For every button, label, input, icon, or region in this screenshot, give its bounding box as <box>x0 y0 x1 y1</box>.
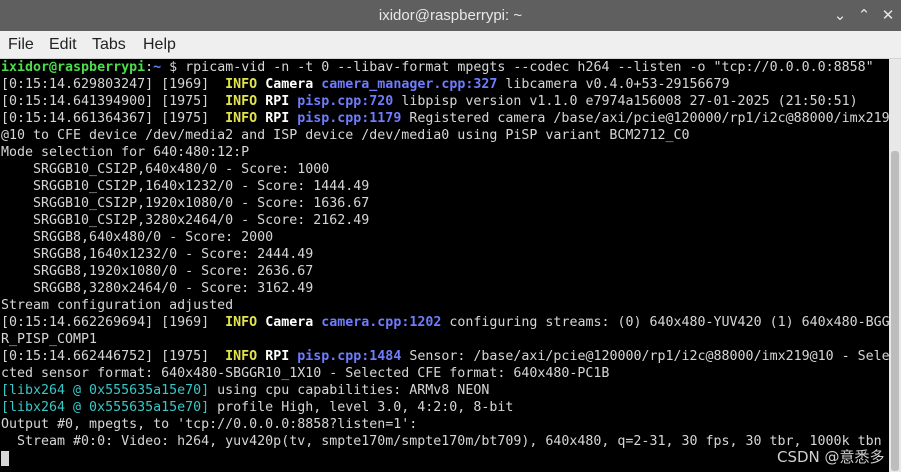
log-line: [0:15:14.661364367] [1975] INFO RPI pisp… <box>1 110 890 127</box>
output-line: SRGGB8,3280x2464/0 - Score: 3162.49 <box>1 281 314 296</box>
log-line: [0:15:14.629803247] [1969] INFO Camera c… <box>1 76 730 93</box>
output-line: R_PISP_COMP1 <box>1 332 98 347</box>
prompt-path: ~ <box>153 60 162 75</box>
log-source: pisp.cpp:1179 <box>297 111 402 126</box>
output-line: SRGGB8,1920x1080/0 - Score: 2636.67 <box>1 264 314 279</box>
log-category: RPI <box>265 349 290 364</box>
scrollbar-thumb[interactable] <box>891 151 899 471</box>
prompt-separator: : <box>145 60 154 75</box>
log-category: Camera <box>265 77 314 92</box>
command-text: rpicam-vid -n -t 0 --libav-format mpegts… <box>185 60 874 75</box>
menu-bar: File Edit Tabs Help <box>0 31 901 59</box>
output-line: Stream #0:0: Video: h264, yuv420p(tv, sm… <box>1 434 882 449</box>
log-line: [0:15:14.662446752] [1975] INFO RPI pisp… <box>1 348 890 365</box>
watermark: CSDN @意悉多 <box>777 448 885 466</box>
prompt-line: ixidor@raspberrypi:~ $ rpicam-vid -n -t … <box>1 59 874 76</box>
output-line: cted sensor format: 640x480-SBGGR10_1X10… <box>1 366 610 381</box>
log-timestamp: [0:15:14.662446752] [1975] <box>1 349 226 364</box>
maximize-button[interactable]: ⌃ <box>852 0 876 31</box>
close-button[interactable]: ✕ <box>876 0 900 31</box>
output-line: Stream configuration adjusted <box>1 298 234 313</box>
log-level: INFO <box>225 111 258 126</box>
log-line: [0:15:14.662269694] [1969] INFO Camera c… <box>1 314 890 331</box>
output-line: SRGGB10_CSI2P,640x480/0 - Score: 1000 <box>1 162 330 177</box>
output-line: SRGGB10_CSI2P,1640x1232/0 - Score: 1444.… <box>1 179 370 194</box>
prompt-user: ixidor@raspberrypi <box>1 60 146 75</box>
output-line: SRGGB8,640x480/0 - Score: 2000 <box>1 230 274 245</box>
output-line: SRGGB10_CSI2P,1920x1080/0 - Score: 1636.… <box>1 196 370 211</box>
menu-tabs[interactable]: Tabs <box>92 31 126 58</box>
log-level: INFO <box>225 94 258 109</box>
libx264-line: [libx264 @ 0x555635a15e70] profile High,… <box>1 399 513 416</box>
output-line: Output #0, mpegts, to 'tcp://0.0.0.0:885… <box>1 417 418 432</box>
log-message: Registered camera /base/axi/pcie@120000/… <box>401 111 890 126</box>
libx264-tag: [libx264 @ 0x555635a15e70] <box>1 383 210 398</box>
output-line: Mode selection for 640:480:12:P <box>1 145 250 160</box>
log-level: INFO <box>225 349 258 364</box>
menu-file[interactable]: File <box>8 31 34 58</box>
title-bar: ixidor@raspberrypi: ~ ⌄ ⌃ ✕ <box>0 0 901 31</box>
log-line: [0:15:14.641394900] [1975] INFO RPI pisp… <box>1 93 858 110</box>
log-category: RPI <box>265 111 290 126</box>
libx264-message: profile High, level 3.0, 4:2:0, 8-bit <box>209 400 514 415</box>
log-category: RPI <box>265 94 290 109</box>
window-title: ixidor@raspberrypi: ~ <box>378 7 523 24</box>
output-line: @10 to CFE device /dev/media2 and ISP de… <box>1 128 690 143</box>
log-source: camera.cpp:1202 <box>321 315 442 330</box>
prompt-symbol: $ <box>161 60 186 75</box>
libx264-tag: [libx264 @ 0x555635a15e70] <box>1 400 210 415</box>
output-line: SRGGB10_CSI2P,3280x2464/0 - Score: 2162.… <box>1 213 370 228</box>
log-message: Sensor: /base/axi/pcie@120000/rp1/i2c@88… <box>401 349 890 364</box>
log-timestamp: [0:15:14.641394900] [1975] <box>1 94 226 109</box>
log-message: configuring streams: (0) 640x480-YUV420 … <box>441 315 890 330</box>
cursor-line <box>1 450 9 467</box>
log-message: libpisp version v1.1.0 e7974a156008 27-0… <box>393 94 858 109</box>
log-level: INFO <box>225 77 258 92</box>
log-timestamp: [0:15:14.661364367] [1975] <box>1 111 226 126</box>
log-timestamp: [0:15:14.662269694] [1969] <box>1 315 226 330</box>
terminal-output[interactable]: ixidor@raspberrypi:~ $ rpicam-vid -n -t … <box>0 59 890 472</box>
output-line: SRGGB8,1640x1232/0 - Score: 2444.49 <box>1 247 314 262</box>
libx264-line: [libx264 @ 0x555635a15e70] using cpu cap… <box>1 382 489 399</box>
log-source: pisp.cpp:720 <box>297 94 394 109</box>
minimize-button[interactable]: ⌄ <box>828 0 852 31</box>
log-category: Camera <box>265 315 314 330</box>
text-cursor <box>1 450 9 466</box>
log-message: libcamera v0.4.0+53-29156679 <box>497 77 730 92</box>
log-source: camera_manager.cpp:327 <box>321 77 498 92</box>
log-timestamp: [0:15:14.629803247] [1969] <box>1 77 226 92</box>
menu-edit[interactable]: Edit <box>49 31 77 58</box>
vertical-scrollbar[interactable] <box>889 59 901 472</box>
log-source: pisp.cpp:1484 <box>297 349 402 364</box>
menu-help[interactable]: Help <box>143 31 176 58</box>
libx264-message: using cpu capabilities: ARMv8 NEON <box>209 383 490 398</box>
log-level: INFO <box>225 315 258 330</box>
